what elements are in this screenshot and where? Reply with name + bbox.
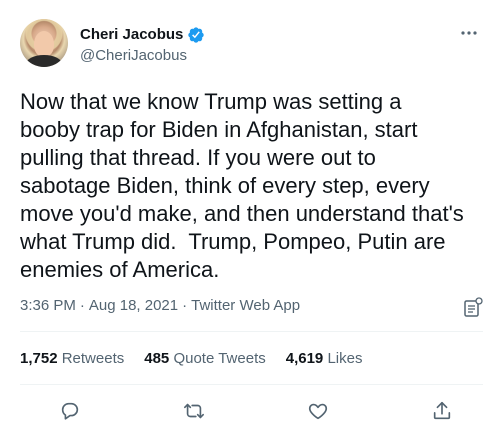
display-name[interactable]: Cheri Jacobus — [80, 26, 183, 44]
meta-separator: · — [79, 297, 85, 314]
avatar[interactable] — [20, 19, 68, 67]
divider — [20, 384, 483, 385]
tweet-date[interactable]: Aug 18, 2021 — [89, 297, 178, 315]
tweet-text: Now that we know Trump was setting a boo… — [20, 89, 464, 282]
meta-separator: · — [182, 297, 188, 314]
more-icon[interactable] — [455, 22, 483, 44]
share-icon[interactable] — [428, 397, 456, 425]
name-row: Cheri Jacobus — [80, 26, 205, 44]
retweet-icon[interactable] — [180, 397, 208, 425]
quotes-count: 485 — [144, 350, 170, 367]
tweet-header: Cheri Jacobus @CheriJacobus — [18, 14, 483, 70]
quotes-label: Quote Tweets — [173, 350, 266, 367]
quote-tweets-stat[interactable]: 485 Quote Tweets — [144, 350, 265, 368]
retweets-count: 1,752 — [20, 350, 58, 367]
likes-label: Likes — [327, 350, 363, 367]
tweet-stats: 1,752 Retweets 485 Quote Tweets 4,619 Li… — [20, 350, 362, 368]
likes-stat[interactable]: 4,619 Likes — [286, 350, 363, 368]
analytics-icon[interactable] — [463, 297, 483, 319]
retweets-label: Retweets — [61, 350, 125, 367]
likes-count: 4,619 — [285, 350, 324, 367]
tweet-source[interactable]: Twitter Web App — [191, 297, 300, 315]
user-handle[interactable]: @CheriJacobus — [80, 47, 187, 65]
like-icon[interactable] — [304, 397, 332, 425]
tweet-meta: 3:36 PM · Aug 18, 2021 · Twitter Web App — [20, 297, 300, 315]
tweet-actions — [56, 397, 456, 425]
tweet-time[interactable]: 3:36 PM — [20, 297, 76, 315]
retweets-stat[interactable]: 1,752 Retweets — [20, 350, 124, 368]
divider — [20, 331, 483, 332]
verified-badge-icon — [187, 26, 205, 44]
reply-icon[interactable] — [56, 397, 84, 425]
